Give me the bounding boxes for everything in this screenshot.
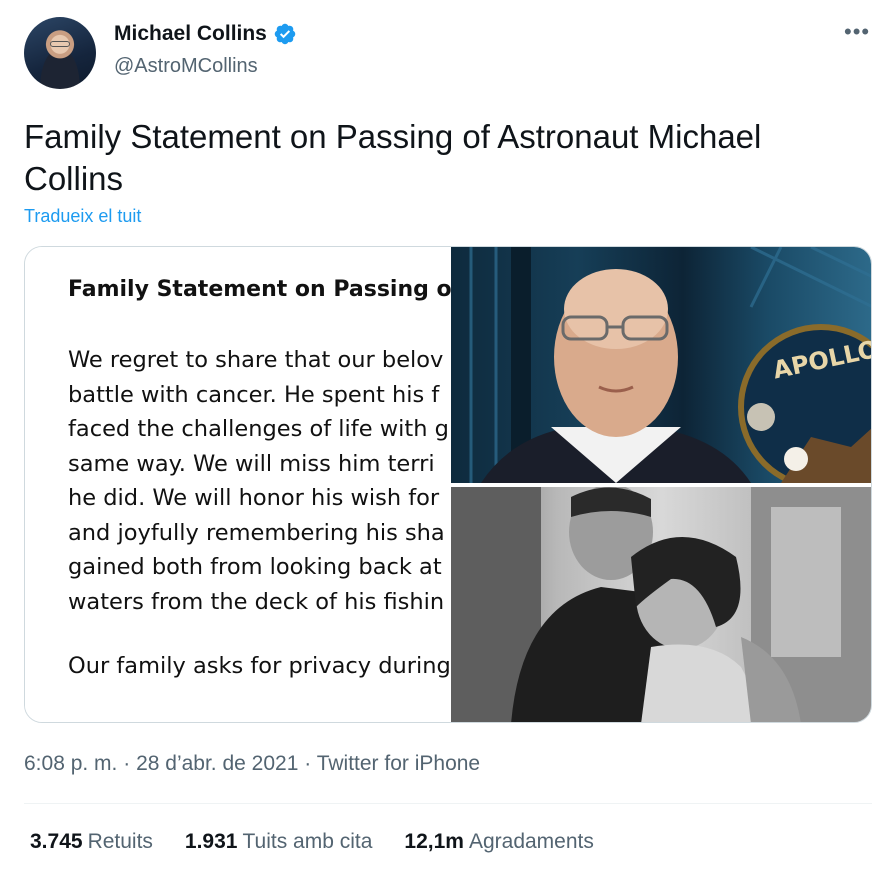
vintage-photo-illustration bbox=[451, 487, 871, 722]
media-card[interactable]: Family Statement on Passing of A We regr… bbox=[24, 246, 872, 723]
meta-separator: · bbox=[123, 752, 131, 775]
likes-stat[interactable]: 12,1m Agradaments bbox=[404, 830, 593, 854]
translate-tweet-link[interactable]: Tradueix el tuit bbox=[24, 206, 141, 227]
more-options-button[interactable]: ••• bbox=[844, 21, 870, 43]
engagement-stats: 3.745 Retuits 1.931 Tuits amb cita 12,1m Ag… bbox=[30, 830, 594, 854]
avatar[interactable] bbox=[24, 17, 96, 89]
document-line: gained both from looking back at bbox=[68, 554, 442, 580]
document-line: waters from the deck of his fishin bbox=[68, 588, 445, 615]
document-line: same way. We will miss him terri bbox=[68, 450, 435, 477]
verified-badge-icon bbox=[274, 23, 296, 45]
tweet-source[interactable]: Twitter for iPhone bbox=[317, 752, 480, 775]
portrait-photo-illustration: APOLLO bbox=[469, 247, 871, 483]
vintage-photo[interactable] bbox=[451, 487, 871, 722]
tweet-meta: 6:08 p. m. · 28 d’abr. de 2021 · Twitter… bbox=[24, 752, 480, 776]
quotes-count: 1.931 bbox=[184, 830, 238, 853]
avatar-glasses bbox=[50, 41, 70, 47]
statement-document-image[interactable]: Family Statement on Passing of A We regr… bbox=[25, 247, 451, 722]
document-line: and joyfully remembering his sha bbox=[68, 519, 445, 546]
tweet-time[interactable]: 6:08 p. m. bbox=[24, 752, 117, 775]
document-line: he did. We will honor his wish for bbox=[68, 485, 440, 511]
quote-tweets-stat[interactable]: 1.931 Tuits amb cita bbox=[185, 830, 373, 854]
document-line: faced the challenges of life with g bbox=[68, 416, 449, 442]
likes-label: Agradaments bbox=[468, 830, 594, 853]
portrait-photo[interactable]: APOLLO bbox=[451, 247, 871, 483]
retweets-label: Retuits bbox=[87, 830, 153, 853]
document-privacy-line: Our family asks for privacy during bbox=[68, 653, 451, 679]
document-body: We regret to share that our belov battle… bbox=[68, 343, 449, 619]
tweet-text: Family Statement on Passing of Astronaut… bbox=[24, 118, 762, 197]
document-line: battle with cancer. He spent his f bbox=[68, 381, 440, 408]
meta-separator: · bbox=[304, 752, 312, 775]
likes-count: 12,1m bbox=[404, 830, 464, 853]
retweets-stat[interactable]: 3.745 Retuits bbox=[30, 830, 153, 854]
author-name-row: Michael Collins bbox=[114, 22, 297, 46]
retweets-count: 3.745 bbox=[30, 830, 83, 853]
quotes-label: Tuits amb cita bbox=[242, 830, 373, 853]
document-title: Family Statement on Passing of A bbox=[68, 277, 451, 302]
display-name[interactable]: Michael Collins bbox=[114, 22, 267, 46]
tweet-date[interactable]: 28 d’abr. de 2021 bbox=[136, 752, 298, 775]
document-line: We regret to share that our belov bbox=[68, 347, 444, 373]
divider bbox=[24, 803, 872, 804]
author-handle[interactable]: @AstroMCollins bbox=[114, 55, 258, 78]
